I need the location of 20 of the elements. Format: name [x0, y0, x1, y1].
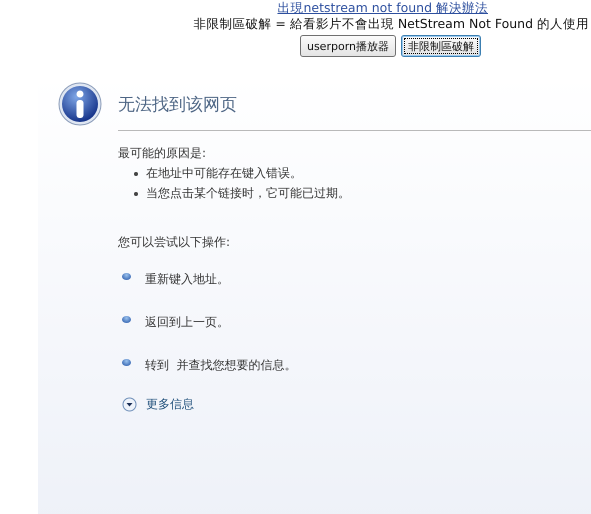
bullet-icon — [122, 359, 131, 366]
action-text: 返回到上一页。 — [145, 314, 229, 331]
bullet-icon — [122, 273, 131, 280]
action-text: 重新键入地址。 — [145, 271, 229, 288]
bullet-icon — [134, 192, 138, 196]
player-button[interactable]: userporn播放器 — [300, 35, 396, 57]
cause-text: 在地址中可能存在键入错误。 — [146, 165, 302, 182]
causes-heading: 最可能的原因是: — [118, 145, 208, 162]
page-title: 无法找到该网页 — [118, 94, 237, 116]
usage-note: 非限制區破解 = 給看影片不會出現 NetStream Not Found 的人使用 — [193, 15, 589, 33]
info-icon — [58, 82, 102, 126]
player-button[interactable]: 非限制區破解 — [401, 35, 481, 57]
bullet-icon — [122, 316, 131, 323]
action-text: 转到 并查找您想要的信息。 — [145, 357, 297, 374]
expand-icon[interactable] — [122, 397, 137, 412]
more-info-link[interactable]: 更多信息 — [146, 396, 194, 413]
bullet-icon — [134, 172, 138, 176]
solution-link[interactable]: 出現netstream not found 解決辦法 — [277, 0, 488, 15]
cause-text: 当您点击某个链接时，它可能已过期。 — [146, 185, 350, 202]
actions-heading: 您可以尝试以下操作: — [118, 234, 232, 251]
